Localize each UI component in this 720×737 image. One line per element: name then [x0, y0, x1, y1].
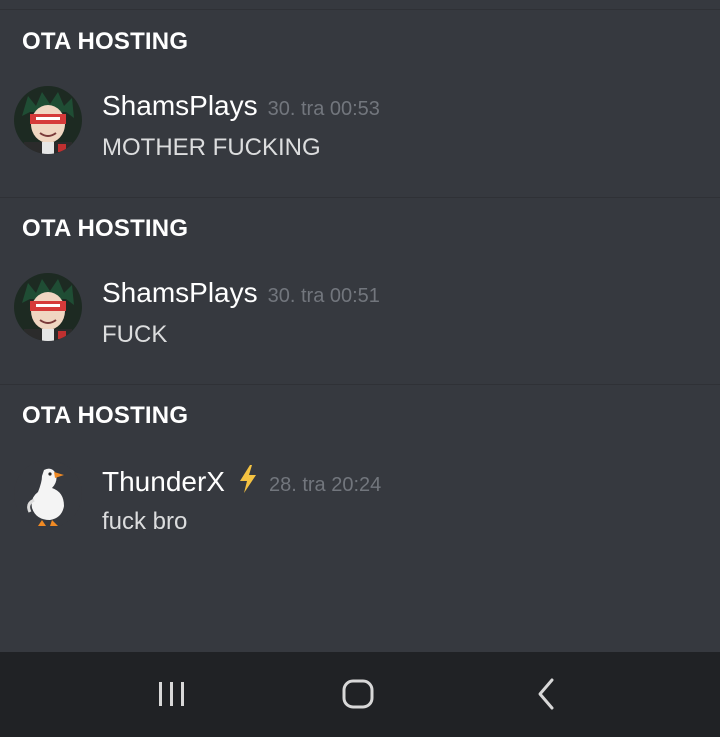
message-content: MOTHER FUCKING [102, 134, 321, 161]
message-header: ShamsPlays 30. tra 00:53 [102, 90, 380, 122]
back-icon[interactable] [516, 672, 576, 716]
author-name[interactable]: ShamsPlays [102, 277, 258, 308]
message-header: ThunderX 28. tra 20:24 [102, 464, 381, 499]
channel-name[interactable]: OTA HOSTING [22, 28, 188, 56]
timestamp: 30. tra 00:51 [267, 285, 380, 307]
recent-apps-icon[interactable] [142, 672, 202, 716]
channel-name[interactable]: OTA HOSTING [22, 402, 188, 430]
goose-avatar[interactable] [14, 460, 82, 528]
author-name[interactable]: ShamsPlays [102, 90, 258, 121]
home-icon[interactable] [328, 672, 388, 716]
anime-boy-avatar[interactable] [14, 273, 82, 341]
message-content: fuck bro [102, 508, 188, 535]
anime-boy-avatar[interactable] [14, 86, 82, 154]
system-navigation-bar [0, 652, 720, 737]
channel-name[interactable]: OTA HOSTING [22, 215, 188, 243]
message-content: FUCK [102, 321, 168, 348]
author-name[interactable]: ThunderX [102, 466, 225, 497]
lightning-bolt-icon [237, 464, 259, 499]
search-result[interactable]: OTA HOSTING ShamsPlays 30. tra 00:53 MOTH… [0, 10, 720, 198]
message-header: ShamsPlays 30. tra 00:51 [102, 277, 380, 309]
timestamp: 28. tra 20:24 [268, 474, 382, 496]
search-result[interactable]: OTA HOSTING ThunderX 28. tra 20:24 fuck b… [0, 384, 720, 571]
search-result[interactable]: OTA HOSTING ShamsPlays 30. tra 00:51 FUCK [0, 197, 720, 385]
timestamp: 30. tra 00:53 [267, 98, 380, 120]
